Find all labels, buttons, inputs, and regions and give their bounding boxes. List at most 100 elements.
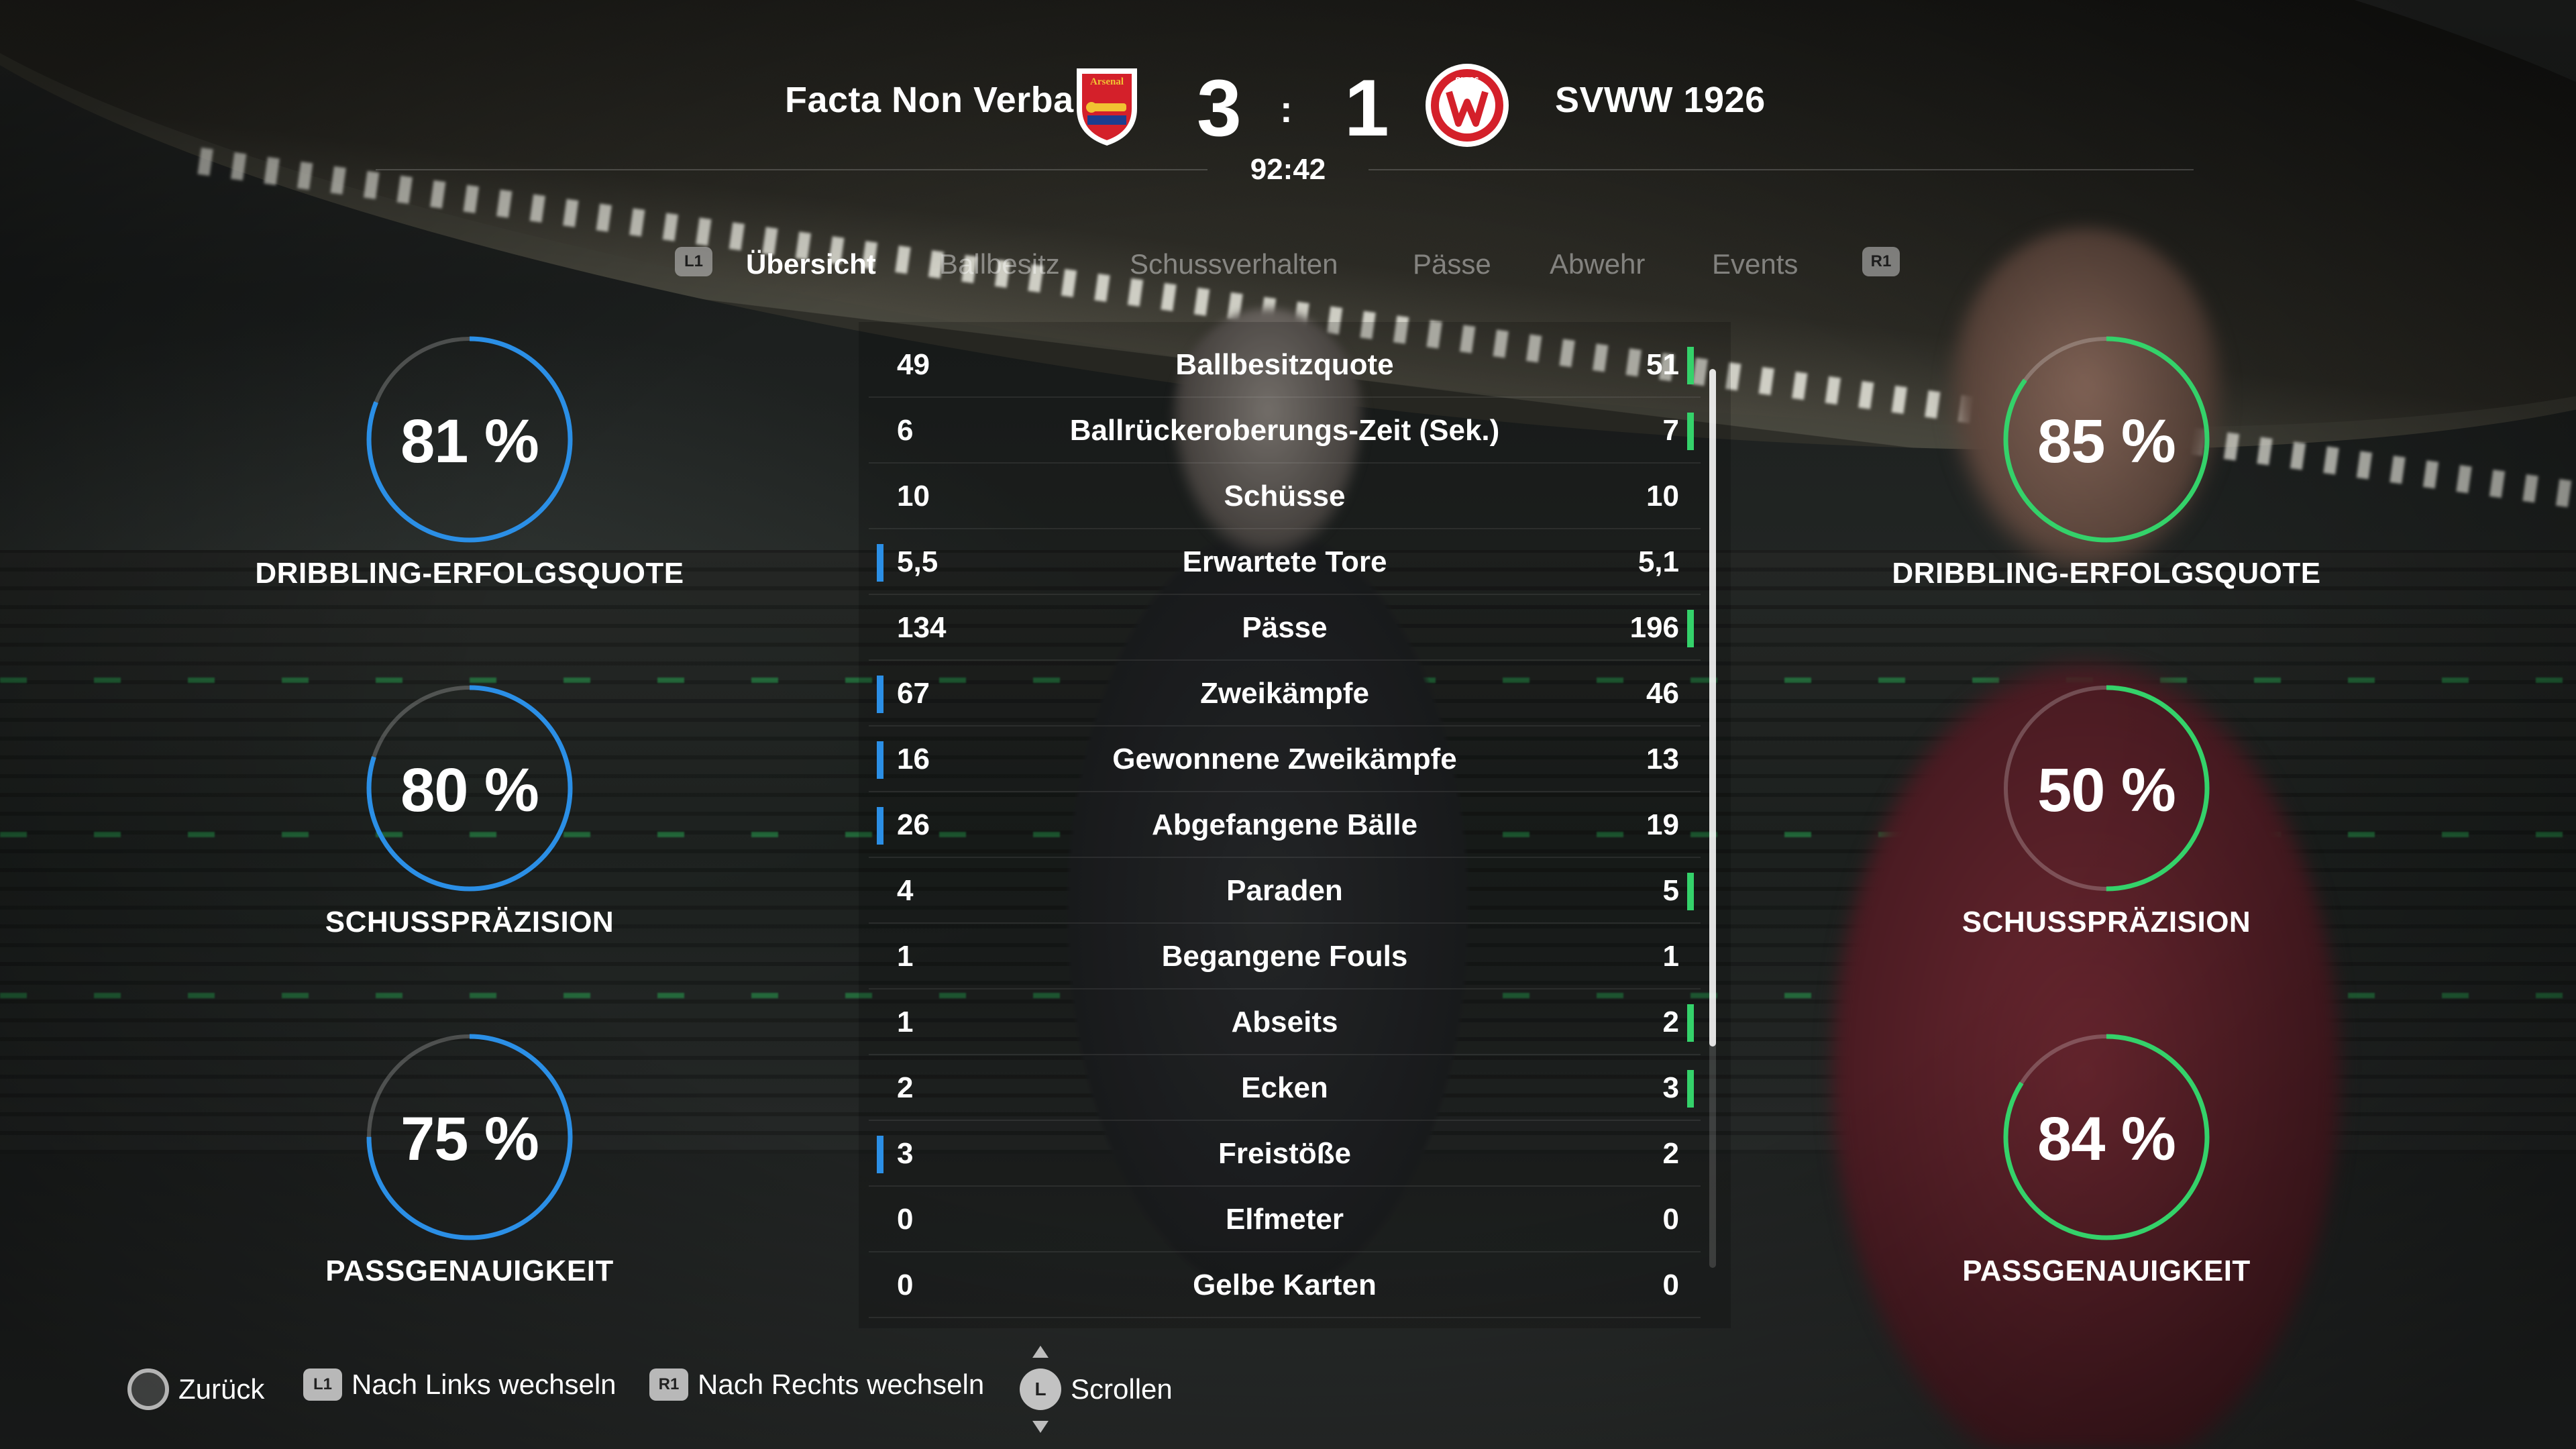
away-stat-value: 46 <box>1646 677 1679 710</box>
away-stat-circle: 50 % SCHUSSPRÄZISION <box>1872 684 2341 1020</box>
circle-value: 80 % <box>400 756 539 824</box>
l1-badge-icon: L1 <box>303 1368 342 1401</box>
stat-name: Abseits <box>1231 1006 1338 1038</box>
away-team-name: SVWW 1926 <box>1555 80 1766 120</box>
home-stat-circle: 81 % DRIBBLING-ERFOLGSQUOTE <box>235 335 704 671</box>
header-divider-left <box>376 169 1208 170</box>
home-team-crest: Arsenal <box>1063 62 1150 149</box>
away-stat-value: 2 <box>1662 1006 1679 1038</box>
away-stat-circle: 84 % PASSGENAUIGKEIT <box>1872 1033 2341 1368</box>
circle-value: 75 % <box>400 1105 539 1173</box>
stat-name: Gelbe Karten <box>1193 1269 1377 1301</box>
l1-button-badge[interactable]: L1 <box>675 247 712 276</box>
away-stat-value: 2 <box>1662 1137 1679 1170</box>
tab-possession[interactable]: Ballbesitz <box>939 248 1060 280</box>
home-team-name: Facta Non Verba <box>785 80 1074 120</box>
match-clock: 92:42 <box>1250 153 1326 186</box>
circle-value: 81 % <box>400 407 539 476</box>
stat-name: Elfmeter <box>1225 1203 1344 1236</box>
left-stick-icon: L <box>1020 1346 1061 1433</box>
left-stick-letter: L <box>1034 1379 1046 1399</box>
stat-row: 1 Abseits 2 <box>869 989 1701 1055</box>
circle-value: 84 % <box>2037 1105 2176 1173</box>
home-stat-circle: 75 % PASSGENAUIGKEIT <box>235 1033 704 1368</box>
arrow-down-icon <box>1032 1421 1049 1433</box>
switch-left-hint[interactable]: L1 Nach Links wechseln <box>303 1368 616 1401</box>
away-stat-value: 1 <box>1662 940 1679 973</box>
stat-name: Ballbesitzquote <box>1175 348 1394 381</box>
switch-left-label: Nach Links wechseln <box>352 1368 616 1400</box>
circle-label: SCHUSSPRÄZISION <box>325 906 614 938</box>
away-stat-value: 3 <box>1662 1071 1679 1104</box>
stat-name: Begangene Fouls <box>1161 940 1408 973</box>
scroll-hint[interactable]: L Scrollen <box>1020 1346 1173 1433</box>
stat-name: Gewonnene Zweikämpfe <box>1112 743 1457 775</box>
stat-name: Ballrückeroberungs-Zeit (Sek.) <box>1069 414 1500 447</box>
stat-row: 16 Gewonnene Zweikämpfe 13 <box>869 727 1701 792</box>
back-hint[interactable]: Zurück <box>127 1368 264 1410</box>
away-crest-text: SV 26 <box>1455 75 1479 85</box>
stat-row: 6 Ballrückeroberungs-Zeit (Sek.) 7 <box>869 398 1701 464</box>
away-stat-value: 5,1 <box>1638 545 1679 578</box>
switch-right-label: Nach Rechts wechseln <box>698 1368 985 1400</box>
stat-row: 0 Elfmeter 0 <box>869 1187 1701 1252</box>
stat-row: 26 Abgefangene Bälle 19 <box>869 792 1701 858</box>
switch-right-hint[interactable]: R1 Nach Rechts wechseln <box>649 1368 984 1401</box>
away-stat-value: 19 <box>1646 808 1679 841</box>
header-divider-right <box>1368 169 2194 170</box>
circle-label: DRIBBLING-ERFOLGSQUOTE <box>255 557 684 590</box>
away-team-crest: SV 26 <box>1424 62 1511 149</box>
stat-name: Freistöße <box>1218 1137 1352 1170</box>
stat-name: Zweikämpfe <box>1200 677 1369 710</box>
stat-name: Paraden <box>1226 874 1343 907</box>
stat-row: 10 Schüsse 10 <box>869 464 1701 529</box>
stat-row: 67 Zweikämpfe 46 <box>869 661 1701 727</box>
stats-table: 49 Ballbesitzquote 51 6 Ballrückeroberungs-Z… <box>869 332 1701 1318</box>
away-stat-value: 5 <box>1662 874 1679 907</box>
circle-label: SCHUSSPRÄZISION <box>1962 906 2251 938</box>
circle-button-icon <box>127 1368 169 1410</box>
stat-name: Ecken <box>1241 1071 1328 1104</box>
stat-name: Schüsse <box>1224 480 1346 513</box>
scroll-label: Scrollen <box>1071 1373 1173 1405</box>
away-score: 1 <box>1344 63 1389 153</box>
stat-name: Abgefangene Bälle <box>1151 808 1418 841</box>
score-separator: : <box>1280 88 1293 130</box>
away-stat-value: 0 <box>1662 1269 1679 1301</box>
circle-label: DRIBBLING-ERFOLGSQUOTE <box>1892 557 2321 590</box>
away-stat-value: 0 <box>1662 1203 1679 1236</box>
stat-row: 3 Freistöße 2 <box>869 1121 1701 1187</box>
tab-shooting[interactable]: Schussverhalten <box>1130 248 1338 280</box>
away-stat-value: 7 <box>1662 414 1679 447</box>
stat-name: Erwartete Tore <box>1182 545 1387 578</box>
circle-value: 50 % <box>2037 756 2176 824</box>
away-stat-value: 51 <box>1646 348 1679 381</box>
home-stat-circle: 80 % SCHUSSPRÄZISION <box>235 684 704 1020</box>
stat-row: 5,5 Erwartete Tore 5,1 <box>869 529 1701 595</box>
r1-button-badge[interactable]: R1 <box>1862 247 1900 276</box>
stat-name: Pässe <box>1242 611 1328 644</box>
away-stat-circle: 85 % DRIBBLING-ERFOLGSQUOTE <box>1872 335 2341 671</box>
r1-badge-icon: R1 <box>649 1368 688 1401</box>
away-stat-value: 10 <box>1646 480 1679 513</box>
tab-events[interactable]: Events <box>1712 248 1798 280</box>
scrollbar-thumb[interactable] <box>1709 369 1716 1046</box>
circle-label: PASSGENAUIGKEIT <box>325 1254 614 1287</box>
tab-defence[interactable]: Abwehr <box>1550 248 1645 280</box>
away-stat-value: 13 <box>1646 743 1679 775</box>
circle-label: PASSGENAUIGKEIT <box>1962 1254 2251 1287</box>
stat-row: 2 Ecken 3 <box>869 1055 1701 1121</box>
tab-passes[interactable]: Pässe <box>1413 248 1491 280</box>
stat-row: 1 Begangene Fouls 1 <box>869 924 1701 989</box>
home-score: 3 <box>1197 63 1242 153</box>
stat-row: 0 Gelbe Karten 0 <box>869 1252 1701 1318</box>
stat-row: 134 Pässe 196 <box>869 595 1701 661</box>
home-crest-text: Arsenal <box>1090 76 1124 87</box>
arrow-up-icon <box>1032 1346 1049 1358</box>
back-label: Zurück <box>178 1373 265 1405</box>
stat-row: 49 Ballbesitzquote 51 <box>869 332 1701 398</box>
circle-value: 85 % <box>2037 407 2176 476</box>
stat-row: 4 Paraden 5 <box>869 858 1701 924</box>
away-stat-value: 196 <box>1629 611 1679 644</box>
tab-overview[interactable]: Übersicht <box>746 248 876 280</box>
